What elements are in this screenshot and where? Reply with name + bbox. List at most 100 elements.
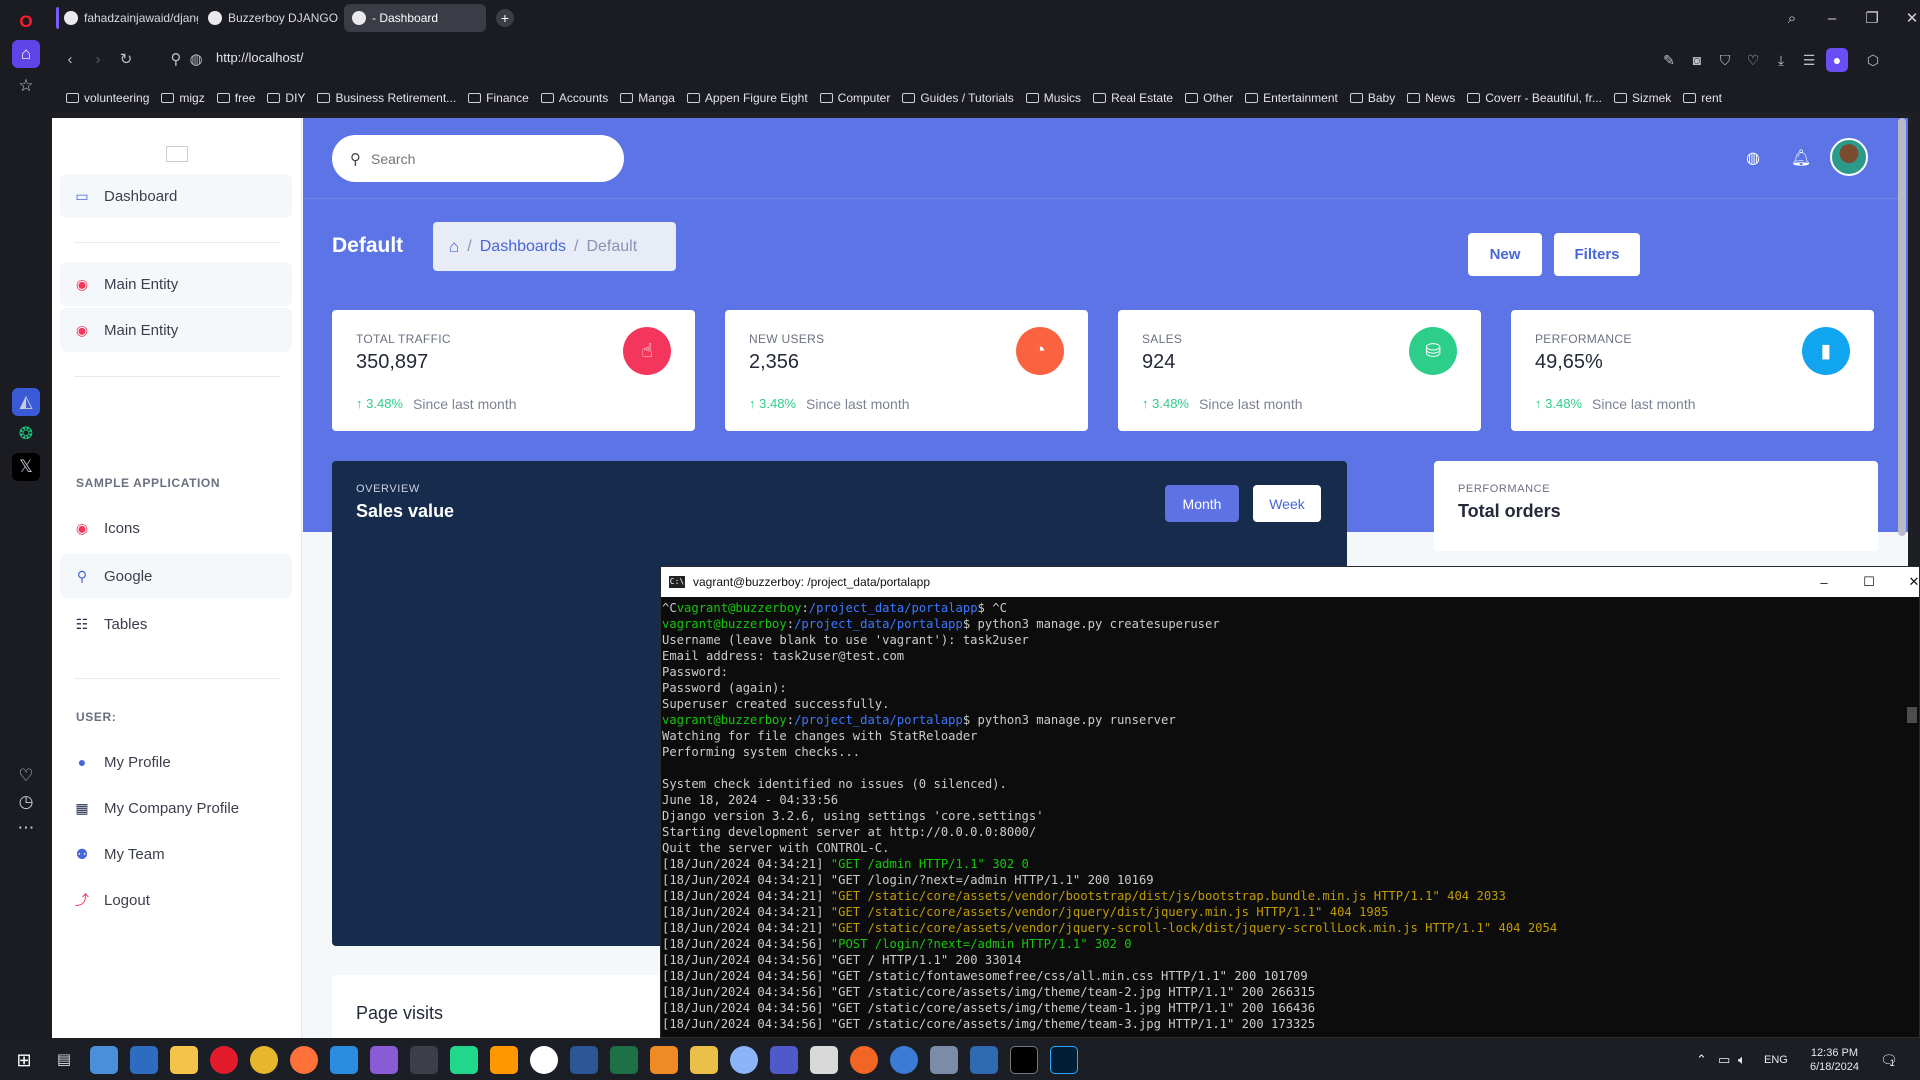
volume-icon[interactable]: 🔈︎	[1738, 1040, 1746, 1080]
bookmark-item[interactable]: Finance	[468, 91, 529, 105]
x-icon[interactable]: 𝕏	[12, 453, 40, 481]
shield-icon[interactable]: ⛉	[1714, 48, 1736, 72]
bookmark-item[interactable]: rent	[1683, 91, 1722, 105]
language-indicator[interactable]: ENG	[1764, 1040, 1788, 1080]
reload-icon[interactable]: ↻	[114, 48, 138, 72]
bookmark-item[interactable]: free	[216, 91, 255, 105]
sidebar-item-google[interactable]: ⚲ Google	[60, 554, 292, 598]
app-icon[interactable]	[530, 1046, 558, 1074]
close-button[interactable]: ✕	[1891, 567, 1920, 597]
app-icon[interactable]	[410, 1046, 438, 1074]
profile-icon[interactable]: ●	[1826, 48, 1848, 72]
more-icon[interactable]: ⋯	[12, 814, 40, 842]
logo-image[interactable]	[166, 146, 188, 162]
virtualbox-icon[interactable]	[970, 1046, 998, 1074]
home-icon[interactable]: ⌂	[12, 40, 40, 68]
pinboard-icon[interactable]: ☆	[12, 72, 40, 100]
forward-icon[interactable]: ›	[86, 48, 110, 72]
month-button[interactable]: Month	[1165, 485, 1239, 522]
app-icon[interactable]	[690, 1046, 718, 1074]
bookmark-item[interactable]: Coverr - Beautiful, fr...	[1467, 91, 1602, 105]
app-icon[interactable]	[890, 1046, 918, 1074]
new-button[interactable]: New	[1468, 233, 1542, 276]
terminal-taskbar-icon[interactable]	[1010, 1046, 1038, 1074]
search-input[interactable]	[371, 150, 591, 167]
sidebar-item-tables[interactable]: ☷ Tables	[60, 602, 292, 646]
tab-dashboard[interactable]: - Dashboard	[344, 4, 486, 32]
sidebar-item-main-entity[interactable]: ◉ Main Entity	[60, 308, 292, 352]
network-icon[interactable]: ▭	[1718, 1040, 1730, 1080]
breadcrumb-dashboards[interactable]: Dashboards	[480, 238, 566, 256]
bookmark-item[interactable]: Guides / Tutorials	[902, 91, 1014, 105]
app-icon[interactable]	[130, 1046, 158, 1074]
bookmark-item[interactable]: Other	[1185, 91, 1233, 105]
extensions-icon[interactable]: ⬡	[1862, 48, 1884, 72]
sidebar-item-my-team[interactable]: ⚉ My Team	[60, 832, 292, 876]
globe-icon[interactable]: ◍	[1742, 148, 1764, 170]
download-icon[interactable]: ⤓	[1770, 48, 1792, 72]
tray-chevron-icon[interactable]: ⌃	[1696, 1040, 1707, 1080]
sidebar-item-main-entity[interactable]: ◉ Main Entity	[60, 262, 292, 306]
sublime-icon[interactable]	[490, 1046, 518, 1074]
chatgpt-icon[interactable]: ❂	[12, 420, 40, 448]
history-icon[interactable]: ◷	[12, 788, 40, 816]
edit-icon[interactable]: ✎	[1658, 48, 1680, 72]
photoshop-icon[interactable]	[1050, 1046, 1078, 1074]
sidebar-item-my-profile[interactable]: ● My Profile	[60, 740, 292, 784]
app-icon[interactable]	[810, 1046, 838, 1074]
maximize-button[interactable]: ☐	[1846, 567, 1892, 597]
heart-icon[interactable]: ♡	[12, 762, 40, 790]
tab-buzzerboy[interactable]: Buzzerboy DJANGO Devel	[200, 4, 342, 32]
app-icon[interactable]	[90, 1046, 118, 1074]
search-box[interactable]: ⚲	[332, 135, 624, 182]
page-scrollbar[interactable]	[1898, 118, 1906, 536]
bookmark-item[interactable]: Entertainment	[1245, 91, 1338, 105]
app-icon[interactable]	[850, 1046, 878, 1074]
firefox-icon[interactable]	[290, 1046, 318, 1074]
bookmark-item[interactable]: Real Estate	[1093, 91, 1173, 105]
bookmark-item[interactable]: Baby	[1349, 91, 1395, 105]
camera-icon[interactable]: ◙	[1686, 48, 1708, 72]
filters-button[interactable]: Filters	[1554, 233, 1640, 276]
restore-button[interactable]: ❐	[1850, 0, 1894, 36]
opera-logo-icon[interactable]: O	[12, 8, 40, 36]
avatar[interactable]	[1830, 138, 1868, 176]
bookmark-item[interactable]: Accounts	[540, 91, 608, 105]
excel-icon[interactable]	[610, 1046, 638, 1074]
terminal-output[interactable]: ^Cvagrant@buzzerboy:/project_data/portal…	[661, 597, 1919, 1032]
new-tab-button[interactable]: +	[496, 9, 514, 27]
terminal-titlebar[interactable]: C:\ vagrant@buzzerboy: /project_data/por…	[661, 567, 1919, 597]
bell-icon[interactable]: 🔔︎	[1790, 148, 1812, 170]
file-explorer-icon[interactable]	[170, 1046, 198, 1074]
bookmark-item[interactable]: volunteering	[66, 91, 149, 105]
vscode-icon[interactable]	[330, 1046, 358, 1074]
bookmark-item[interactable]: Appen Figure Eight	[686, 91, 808, 105]
visual-studio-icon[interactable]	[370, 1046, 398, 1074]
app-icon[interactable]	[930, 1046, 958, 1074]
bookmark-item[interactable]: migz	[161, 91, 205, 105]
sidebar-item-company-profile[interactable]: ▦ My Company Profile	[60, 786, 292, 830]
menu-icon[interactable]: ☰	[1798, 48, 1820, 72]
pycharm-icon[interactable]	[450, 1046, 478, 1074]
bookmark-item[interactable]: Computer	[819, 91, 890, 105]
aria-icon[interactable]: ◭	[12, 388, 40, 416]
close-window-button[interactable]: ✕	[1890, 0, 1920, 36]
word-icon[interactable]	[570, 1046, 598, 1074]
tab-github[interactable]: fahadzainjawaid/django-p	[56, 4, 198, 32]
notification-icon[interactable]: 🗨︎ 1	[1880, 1040, 1898, 1080]
sidebar-item-icons[interactable]: ◉ Icons	[60, 506, 292, 550]
bookmark-item[interactable]: Sizmek	[1613, 91, 1671, 105]
minimize-button[interactable]: –	[1810, 0, 1854, 36]
chrome-icon[interactable]	[250, 1046, 278, 1074]
bookmark-item[interactable]: News	[1407, 91, 1455, 105]
sidebar-item-dashboard[interactable]: ▭ Dashboard	[60, 174, 292, 218]
terminal-scrollbar[interactable]	[1907, 707, 1917, 723]
minimize-button[interactable]: –	[1801, 567, 1847, 597]
clock[interactable]: 12:36 PM 6/18/2024	[1810, 1040, 1859, 1080]
opera-icon[interactable]	[210, 1046, 238, 1074]
back-icon[interactable]: ‹	[58, 48, 82, 72]
bookmark-item[interactable]: Musics	[1025, 91, 1081, 105]
teams-icon[interactable]	[770, 1046, 798, 1074]
bookmark-item[interactable]: Manga	[620, 91, 675, 105]
week-button[interactable]: Week	[1253, 485, 1321, 522]
